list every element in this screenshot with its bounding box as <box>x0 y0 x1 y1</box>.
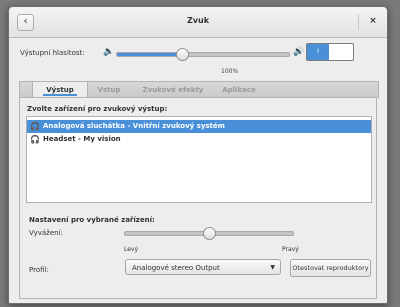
choose-device-label: Zvolte zařízení pro zvukový výstup: <box>27 105 168 113</box>
mute-toggle-on-label: I <box>307 44 329 60</box>
mute-toggle[interactable]: I <box>306 43 354 61</box>
balance-slider-knob[interactable] <box>203 227 216 240</box>
speaker-low-icon: 🔈 <box>103 47 115 57</box>
device-label: Headset - My vision <box>43 135 121 143</box>
tab-sound-effects[interactable]: Zvukové efekty <box>138 82 208 98</box>
close-icon: × <box>369 16 377 26</box>
device-settings-label: Nastavení pro vybrané zařízení: <box>29 216 155 224</box>
speaker-high-icon: 🔊 <box>293 47 305 57</box>
dropdown-arrow-icon: ▼ <box>270 264 275 271</box>
test-speakers-button[interactable]: Otestovat reproduktory <box>290 259 371 277</box>
headphones-icon: 🎧 <box>30 122 40 131</box>
volume-percent-label: 100% <box>221 68 239 75</box>
output-volume-slider[interactable] <box>116 48 290 61</box>
tab-bar: Výstup Vstup Zvukové efekty Aplikace <box>19 81 379 98</box>
output-volume-label: Výstupní hlasitost: <box>20 49 85 57</box>
headphones-icon: 🎧 <box>30 135 40 144</box>
balance-slider[interactable] <box>124 227 294 240</box>
tab-input[interactable]: Vstup <box>90 82 128 98</box>
output-device-list: 🎧 Analogová sluchátka - Vnitřní zvukový … <box>26 116 372 203</box>
balance-right-label: Pravý <box>282 246 299 253</box>
window-title: Zvuk <box>186 16 210 25</box>
balance-left-label: Levý <box>124 246 139 253</box>
list-item[interactable]: 🎧 Headset - My vision <box>27 133 371 146</box>
device-label: Analogová sluchátka - Vnitřní zvukový sy… <box>43 122 225 130</box>
output-panel: Zvolte zařízení pro zvukový výstup: 🎧 An… <box>19 97 377 299</box>
sound-settings-window: ‹ Zvuk × Výstupní hlasitost: 🔈 🔊 100% I … <box>8 6 388 304</box>
balance-label: Vyvážení: <box>29 229 63 237</box>
output-volume-slider-knob[interactable] <box>176 48 190 61</box>
titlebar-separator <box>358 14 359 30</box>
list-item[interactable]: 🎧 Analogová sluchátka - Vnitřní zvukový … <box>27 120 371 133</box>
output-volume-slider-fill <box>117 53 183 56</box>
tab-applications[interactable]: Aplikace <box>216 82 262 98</box>
titlebar: ‹ Zvuk × <box>9 7 387 38</box>
profile-dropdown-value: Analogové stereo Output <box>132 264 220 272</box>
close-button[interactable]: × <box>367 15 379 27</box>
profile-label: Profil: <box>29 266 49 274</box>
profile-dropdown[interactable]: Analogové stereo Output ▼ <box>125 259 281 275</box>
tab-output[interactable]: Výstup <box>32 82 88 98</box>
